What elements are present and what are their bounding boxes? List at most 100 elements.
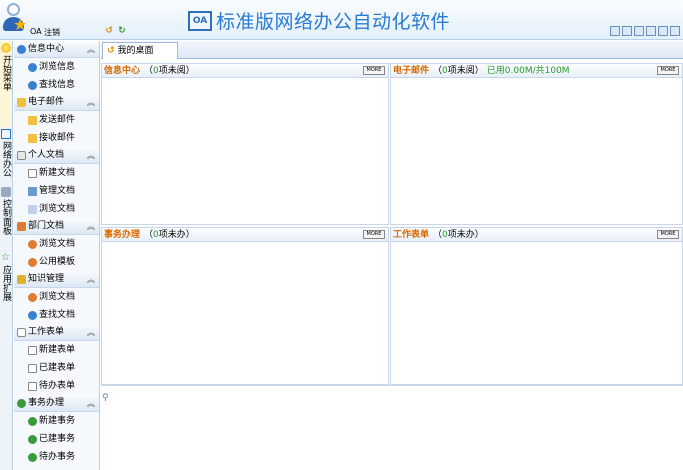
department-icon [17, 221, 26, 231]
note-icon[interactable] [622, 26, 632, 36]
sidebar-group-label: 事务办理 [28, 397, 65, 408]
vtab-label: 控制面板 [1, 199, 11, 235]
form-icon [17, 327, 26, 337]
sidebar-group-label: 工作表单 [28, 326, 65, 337]
tab-my-desktop[interactable]: ↺ 我的桌面 [102, 42, 178, 59]
vtab-network-office[interactable]: 网络办公 [0, 127, 12, 185]
oa-label: OA [30, 27, 42, 36]
sidebar-group-personal-docs[interactable]: 个人文档 ︽ [14, 147, 99, 164]
panel-count-suffix: 项未阅） [447, 65, 484, 76]
tab-label: 我的桌面 [117, 45, 154, 56]
home-icon[interactable] [646, 26, 656, 36]
document-icon [28, 204, 37, 214]
sidebar-item-receive-mail[interactable]: 接收邮件 [14, 129, 99, 147]
tab-bar: ↺ 我的桌面 [101, 41, 683, 59]
globe-icon [17, 44, 26, 54]
sidebar-item-knowledge-search[interactable]: 查找文档 [14, 306, 99, 324]
sidebar-item-dept-browse[interactable]: 浏览文档 [14, 235, 99, 253]
search-icon[interactable]: ⚲ [102, 393, 109, 403]
chevron-up-icon[interactable]: ︽ [87, 147, 95, 164]
form-icon [28, 381, 37, 391]
more-button[interactable]: MORE [657, 230, 679, 239]
sidebar-group-affairs[interactable]: 事务办理 ︽ [14, 395, 99, 412]
star-icon: ★ [13, 15, 28, 34]
sidebar-item-label: 浏览信息 [39, 62, 76, 72]
sidebar-item-new-affair[interactable]: 新建事务 [14, 412, 99, 430]
affairs-icon [28, 434, 37, 444]
sidebar-group-knowledge[interactable]: 知识管理 ︽ [14, 271, 99, 288]
sidebar-item-label: 待办表单 [39, 381, 76, 391]
panel-work-forms: 工作表单 （0 项未办） MORE [390, 227, 683, 385]
sidebar-item-built-affairs[interactable]: 已建事务 [14, 430, 99, 448]
panel-header: 信息中心 （0 项未阅） [102, 64, 388, 78]
sidebar-item-label: 公用模板 [39, 257, 76, 267]
sidebar-group-info-center[interactable]: 信息中心 ︽ [14, 41, 99, 58]
sidebar-item-search-info[interactable]: 查找信息 [14, 76, 99, 94]
sidebar-item-label: 已建事务 [39, 434, 76, 444]
vtab-control-panel[interactable]: 控制面板 [0, 185, 12, 251]
sidebar-item-pending-forms[interactable]: 待办表单 [14, 377, 99, 395]
sidebar-group-dept-docs[interactable]: 部门文档 ︽ [14, 218, 99, 235]
vertical-tabs: 开始菜单 网络办公 控制面板 ☆ 应用扩展 [0, 41, 13, 470]
help-icon[interactable] [610, 26, 620, 36]
sidebar-group-label: 个人文档 [28, 149, 65, 160]
panel-count-prefix: （ [433, 65, 443, 76]
chevron-up-icon[interactable]: ︽ [87, 94, 95, 111]
sidebar-item-label: 已建表单 [39, 363, 76, 373]
top-header: ★ OA 注销 ↺ ↻ OA 标准版网络办公自动化软件 [0, 0, 683, 40]
chevron-up-icon[interactable]: ︽ [87, 271, 95, 288]
chevron-up-icon[interactable]: ︽ [87, 218, 95, 235]
panel-header: 工作表单 （0 项未办） [391, 228, 682, 242]
vtab-label: 应用扩展 [1, 265, 11, 301]
sidebar-item-browse-info[interactable]: 浏览信息 [14, 58, 99, 76]
settings-icon[interactable] [658, 26, 668, 36]
calendar-icon[interactable] [634, 26, 644, 36]
globe-icon [28, 62, 37, 72]
sidebar-item-label: 浏览文档 [39, 204, 76, 214]
sidebar-group-email[interactable]: 电子邮件 ︽ [14, 94, 99, 111]
more-button[interactable]: MORE [657, 66, 679, 75]
vtab-label: 网络办公 [1, 141, 11, 177]
template-icon [28, 257, 37, 267]
sidebar-group-work-forms[interactable]: 工作表单 ︽ [14, 324, 99, 341]
chevron-up-icon[interactable]: ︽ [87, 324, 95, 341]
panel-title: 电子邮件 [393, 65, 430, 76]
sidebar-item-new-form[interactable]: 新建表单 [14, 341, 99, 359]
sidebar-item-label: 管理文档 [39, 186, 76, 196]
sidebar-group-label: 电子邮件 [28, 96, 65, 107]
vtab-app-extension[interactable]: ☆ 应用扩展 [0, 251, 12, 311]
panel-count-suffix: 项未办） [158, 229, 195, 240]
panel-title: 工作表单 [393, 229, 430, 240]
back-icon[interactable]: ↺ [104, 26, 114, 36]
chevron-up-icon[interactable]: ︽ [87, 395, 95, 412]
envelope-icon [17, 97, 26, 107]
panel-header: 电子邮件 （0 项未阅） 已用0.00M/共100M [391, 64, 682, 78]
refresh-icon[interactable]: ↻ [117, 26, 127, 36]
panel-count-suffix: 项未办） [447, 229, 484, 240]
panel-email: 电子邮件 （0 项未阅） 已用0.00M/共100M MORE [390, 63, 683, 225]
logout-link[interactable]: 注销 [44, 27, 60, 38]
brand: OA 标准版网络办公自动化软件 [188, 7, 450, 34]
app-title: 标准版网络办公自动化软件 [216, 11, 451, 33]
envelope-icon [28, 133, 37, 143]
sidebar-item-new-doc[interactable]: 新建文档 [14, 164, 99, 182]
sidebar-item-public-template[interactable]: 公用模板 [14, 253, 99, 271]
form-icon [28, 345, 37, 355]
more-button[interactable]: MORE [363, 66, 385, 75]
sidebar-item-browse-doc[interactable]: 浏览文档 [14, 200, 99, 218]
document-icon [28, 239, 37, 249]
envelope-icon [28, 115, 37, 125]
sidebar-item-manage-doc[interactable]: 管理文档 [14, 182, 99, 200]
sidebar-item-knowledge-browse[interactable]: 浏览文档 [14, 288, 99, 306]
more-button[interactable]: MORE [363, 230, 385, 239]
chevron-up-icon[interactable]: ︽ [87, 41, 95, 58]
sidebar-item-label: 发送邮件 [39, 115, 76, 125]
vtab-start-menu[interactable]: 开始菜单 [0, 41, 12, 127]
sidebar-item-pending-affairs[interactable]: 待办事务 [14, 448, 99, 466]
sidebar-item-send-mail[interactable]: 发送邮件 [14, 111, 99, 129]
panel-affairs: 事务办理 （0 项未办） MORE [101, 227, 389, 385]
vtab-label: 开始菜单 [1, 55, 11, 91]
panel-title: 事务办理 [104, 229, 141, 240]
exit-icon[interactable] [670, 26, 680, 36]
sidebar-item-built-forms[interactable]: 已建表单 [14, 359, 99, 377]
